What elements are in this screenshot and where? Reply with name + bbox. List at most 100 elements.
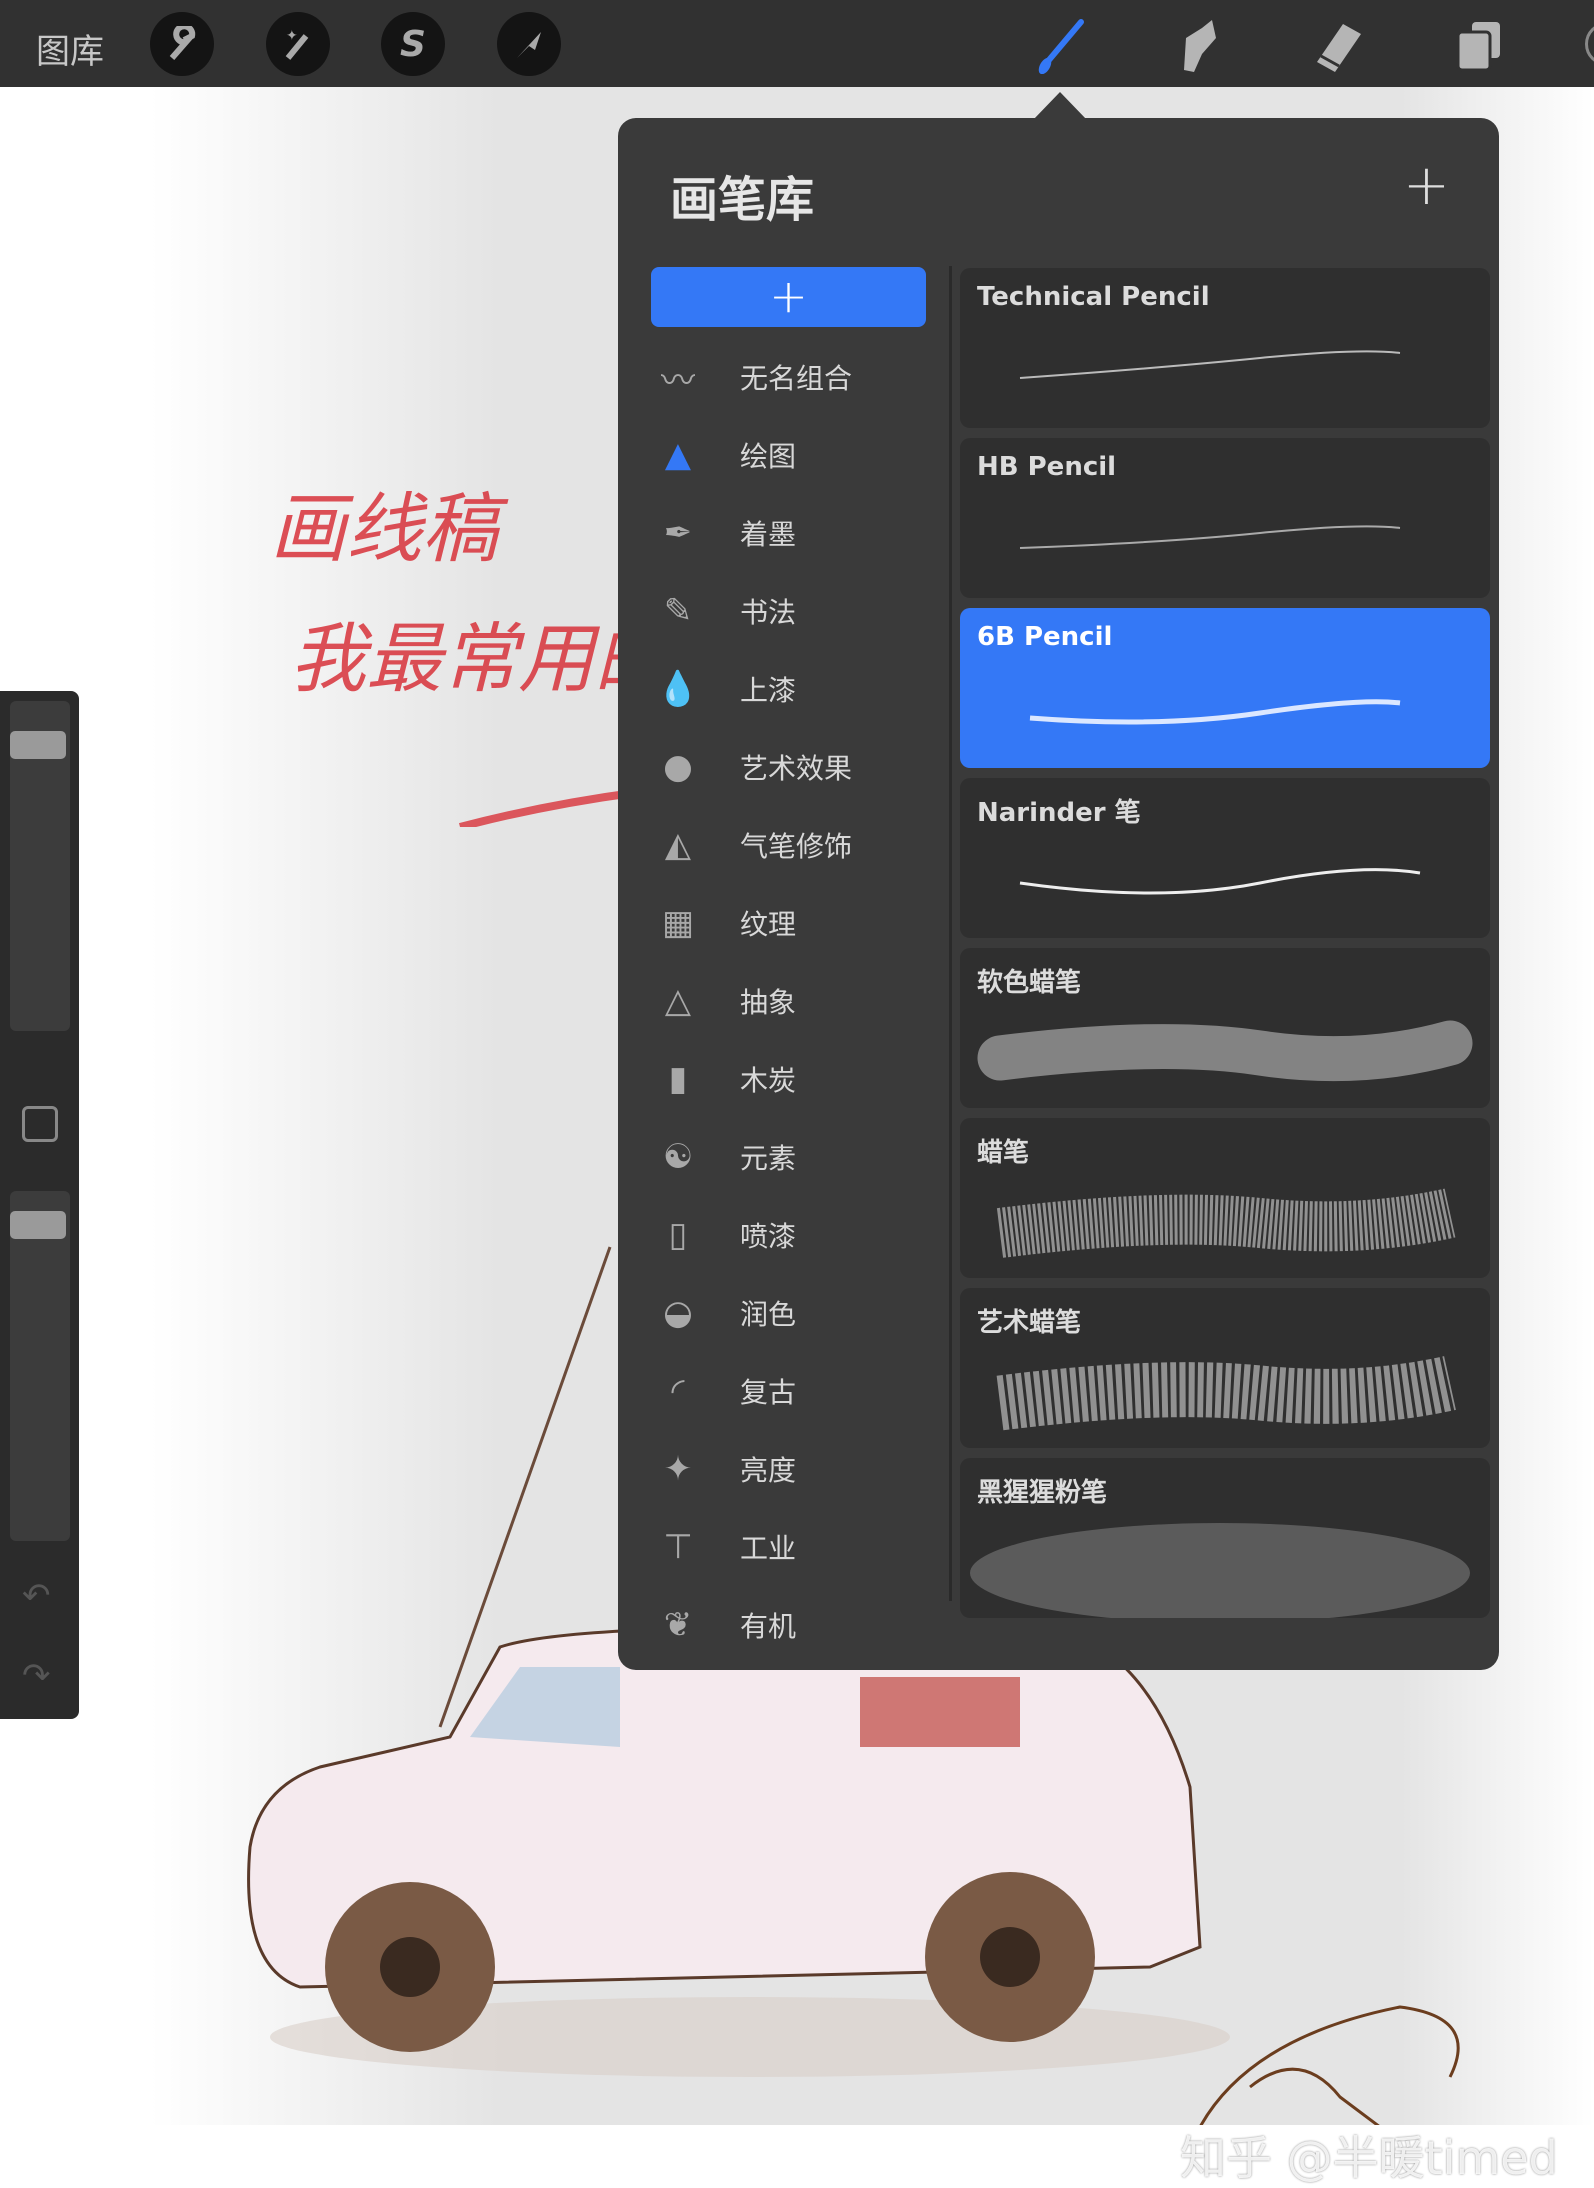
paint-drop-icon: 💧 [656, 669, 700, 709]
leaf-icon: ❦ [663, 1605, 693, 1645]
gallery-button[interactable]: 图库 [36, 24, 104, 73]
texture-icon: ▦ [661, 903, 695, 943]
divider [949, 266, 952, 1601]
slider-knob[interactable] [10, 1211, 66, 1239]
category-label: 气笔修饰 [740, 830, 853, 863]
brush-category-item[interactable]: ✎ 书法 [648, 576, 938, 646]
brush-name: HB Pencil [977, 452, 1117, 482]
new-brush-button[interactable]: + [1403, 158, 1450, 214]
opacity-slider[interactable] [10, 1191, 70, 1541]
category-label: 有机 [740, 1610, 797, 1643]
calligraphy-icon: ✎ [663, 591, 693, 631]
brush-name: Technical Pencil [977, 282, 1210, 312]
color-picker[interactable] [1585, 22, 1594, 66]
transform-arrow-icon[interactable] [497, 12, 561, 76]
category-label: 书法 [740, 596, 797, 629]
category-label: 复古 [740, 1376, 797, 1409]
category-label: 木炭 [740, 1064, 797, 1097]
brush-item[interactable]: 黑猩猩粉笔 [960, 1458, 1490, 1618]
yin-yang-icon: ☯ [662, 1137, 694, 1177]
brush-library-panel: 画笔库 + + 〰 无名组合 ▲ 绘图 ✒ 着墨 ✎ 书法 💧 上漆 ● 艺术效果 ◭ 气笔修饰 ▦ 纹理 △ 抽… [618, 118, 1499, 1670]
brush-item[interactable]: 6B Pencil [960, 608, 1490, 768]
brush-name: Narinder 笔 [977, 798, 1141, 828]
brush-icon[interactable] [1033, 18, 1089, 75]
selection-icon[interactable]: S [381, 12, 445, 76]
brush-category-item[interactable]: 💧 上漆 [648, 654, 938, 724]
sparkle-icon: ✦ [663, 1449, 693, 1489]
stroke-icon: 〰 [661, 360, 695, 401]
brush-category-item[interactable]: ✒ 着墨 [648, 498, 938, 568]
brush-category-item[interactable]: 〰 无名组合 [648, 342, 938, 412]
pencil-tip-icon: ▲ [664, 435, 692, 475]
category-label: 工业 [740, 1532, 797, 1565]
airbrush-icon: ◭ [664, 825, 692, 865]
category-label: 绘图 [740, 440, 797, 473]
brush-category-item[interactable]: ◜ 复古 [648, 1356, 938, 1426]
panel-title: 画笔库 [670, 172, 815, 228]
spray-can-icon: ▯ [668, 1215, 688, 1255]
brush-category-item[interactable]: ❦ 有机 [648, 1590, 938, 1660]
brush-category-item[interactable]: ▲ 绘图 [648, 420, 938, 490]
eraser-icon[interactable] [1311, 18, 1367, 74]
brush-item[interactable]: HB Pencil [960, 438, 1490, 598]
brush-category-item[interactable]: ◭ 气笔修饰 [648, 810, 938, 880]
brush-stroke-preview [970, 1523, 1470, 1618]
brush-stroke-preview [996, 1188, 1456, 1258]
category-label: 抽象 [740, 986, 797, 1019]
brush-category-item[interactable]: ◒ 润色 [648, 1278, 938, 1348]
anvil-icon: ⊤ [663, 1527, 693, 1567]
brush-category-item[interactable]: ☯ 元素 [648, 1122, 938, 1192]
handwritten-annotation: 画线稿 [270, 484, 498, 573]
brush-item[interactable]: Technical Pencil [960, 268, 1490, 428]
add-brush-set-button[interactable]: + [651, 267, 926, 327]
brush-category-item[interactable]: ▦ 纹理 [648, 888, 938, 958]
category-label: 喷漆 [740, 1220, 797, 1253]
brush-name: 黑猩猩粉笔 [977, 1478, 1108, 1508]
brush-category-item[interactable]: △ 抽象 [648, 966, 938, 1036]
brush-item[interactable]: 艺术蜡笔 [960, 1288, 1490, 1448]
wrench-icon[interactable] [150, 12, 214, 76]
brush-stroke-preview [1019, 868, 1421, 895]
brush-category-item[interactable]: ⊤ 工业 [648, 1512, 938, 1582]
brush-category-item[interactable]: ✦ 亮度 [648, 1434, 938, 1504]
popover-pointer [1033, 92, 1087, 120]
brush-stroke-preview [1019, 350, 1401, 379]
brush-stroke-preview [1019, 525, 1401, 549]
undo-icon[interactable]: ↶ [22, 1576, 51, 1616]
brush-item[interactable]: 软色蜡笔 [960, 948, 1490, 1108]
ink-nib-icon: ✒ [663, 513, 693, 553]
brush-item[interactable]: Narinder 笔 [960, 778, 1490, 938]
watermark: 知乎 @半暖timed [1180, 2131, 1558, 2185]
brush-size-slider[interactable] [10, 701, 70, 1031]
brush-category-item[interactable]: ▯ 喷漆 [648, 1200, 938, 1270]
layers-icon[interactable] [1452, 18, 1508, 74]
brush-name: 6B Pencil [977, 622, 1113, 652]
category-label: 无名组合 [740, 362, 853, 395]
touchup-icon: ◒ [663, 1293, 693, 1333]
category-label: 艺术效果 [740, 752, 853, 785]
category-label: 亮度 [740, 1454, 797, 1487]
redo-icon[interactable]: ↷ [22, 1656, 51, 1696]
brush-stroke-preview [977, 1020, 1473, 1082]
brush-name: 艺术蜡笔 [977, 1308, 1082, 1338]
category-label: 上漆 [740, 674, 797, 707]
brush-item[interactable]: 蜡笔 [960, 1118, 1490, 1278]
top-toolbar: 图库 ✦ S [0, 0, 1594, 87]
brush-category-item[interactable]: ● 艺术效果 [648, 732, 938, 802]
magic-wand-icon[interactable]: ✦ [266, 12, 330, 76]
brush-category-item[interactable]: ▮ 木炭 [648, 1044, 938, 1114]
left-sidebar: ↶ ↷ [0, 691, 79, 1719]
category-label: 着墨 [740, 518, 797, 551]
category-label: 元素 [740, 1142, 797, 1175]
retro-icon: ◜ [671, 1371, 685, 1411]
artistic-drop-icon: ● [663, 747, 693, 787]
brush-stroke-preview [1029, 699, 1401, 725]
brush-name: 软色蜡笔 [977, 968, 1082, 998]
category-label: 润色 [740, 1298, 797, 1331]
svg-text:✦: ✦ [286, 28, 298, 44]
charcoal-icon: ▮ [668, 1059, 688, 1099]
category-label: 纹理 [740, 908, 797, 941]
slider-knob[interactable] [10, 731, 66, 759]
smudge-icon[interactable] [1172, 18, 1228, 74]
modify-button[interactable] [22, 1106, 58, 1142]
